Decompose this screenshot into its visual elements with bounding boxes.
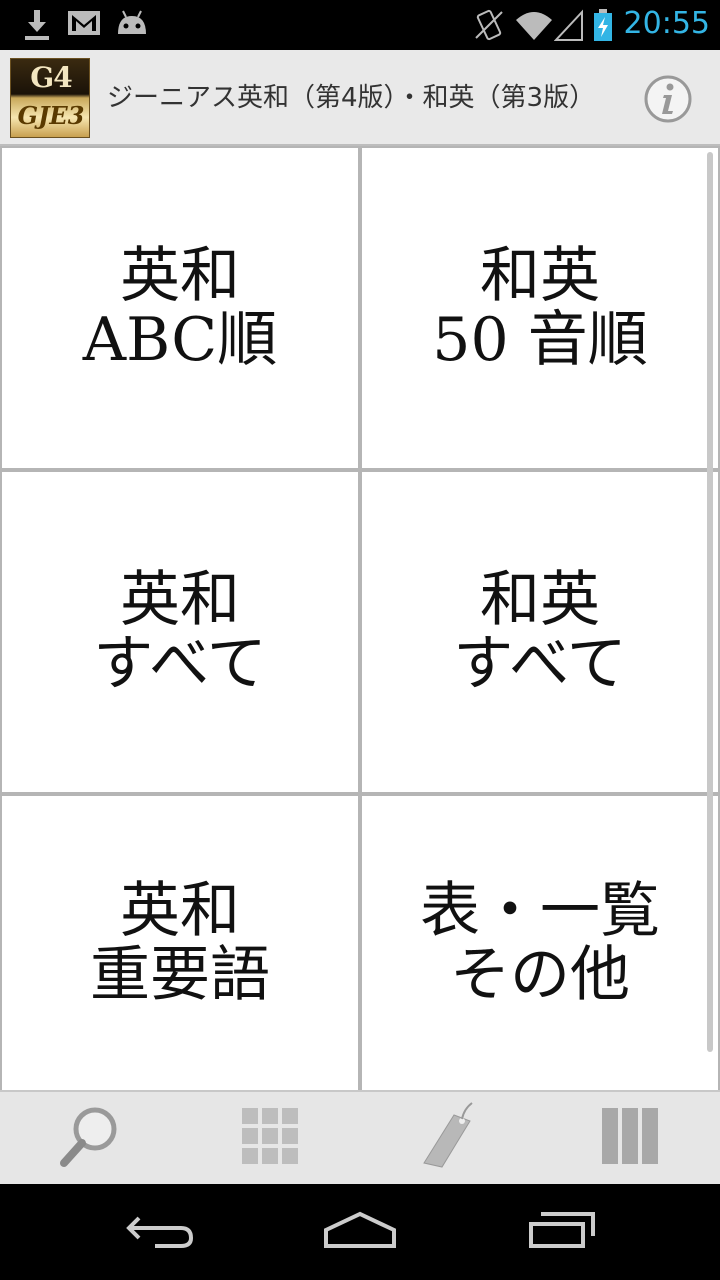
- android-debug-icon: [114, 8, 150, 42]
- columns-icon: [600, 1106, 660, 1170]
- menu-label-line2: すべて: [453, 629, 627, 699]
- menu-label-line1: 英和: [120, 241, 240, 311]
- menu-label-line1: 表・一覧: [420, 876, 660, 946]
- recents-icon: [527, 1210, 597, 1254]
- signal-icon: [553, 8, 584, 46]
- wifi-icon: [514, 8, 554, 46]
- scrollbar[interactable]: [707, 152, 713, 1052]
- columns-button[interactable]: [540, 1092, 720, 1184]
- grid-icon: [240, 1106, 300, 1170]
- status-bar: 20:55: [0, 0, 720, 50]
- download-icon: [22, 8, 52, 46]
- menu-english-japanese-all[interactable]: 英和 すべて: [2, 472, 358, 792]
- gmail-icon: [66, 8, 102, 42]
- menu-label-line1: 英和: [120, 876, 240, 946]
- bookmark-button[interactable]: [360, 1092, 540, 1184]
- search-button[interactable]: [0, 1092, 180, 1184]
- action-bar: G4 GJE3 ジーニアス英和（第4版）・和英（第3版）: [0, 50, 720, 146]
- back-icon: [125, 1210, 195, 1254]
- info-button[interactable]: [643, 74, 693, 124]
- app-title: ジーニアス英和（第4版）・和英（第3版）: [107, 83, 596, 113]
- menu-grid: 英和 ABC順 和英 50 音順 英和 すべて 和英 すべて 英和 重要語 表・…: [0, 146, 720, 1090]
- app-logo[interactable]: G4 GJE3: [10, 58, 90, 138]
- menu-label-line2: すべて: [93, 629, 267, 699]
- bookmark-tag-icon: [420, 1101, 480, 1175]
- home-button[interactable]: [280, 1184, 440, 1280]
- index-grid-button[interactable]: [180, 1092, 360, 1184]
- back-button[interactable]: [80, 1184, 240, 1280]
- menu-label-line2: その他: [450, 940, 630, 1010]
- battery-charging-icon: [592, 8, 614, 46]
- logo-bottom-text: GJE3: [17, 101, 85, 130]
- menu-label-line2: 重要語: [90, 940, 270, 1010]
- menu-english-japanese-abc[interactable]: 英和 ABC順: [2, 148, 358, 468]
- home-icon: [322, 1210, 398, 1254]
- menu-label-line1: 英和: [120, 565, 240, 635]
- menu-label-line2: ABC順: [82, 305, 278, 375]
- menu-japanese-english-50on[interactable]: 和英 50 音順: [362, 148, 718, 468]
- vibrate-icon: [472, 8, 506, 46]
- info-icon: [643, 75, 693, 128]
- recents-button[interactable]: [482, 1184, 642, 1280]
- menu-label-line1: 和英: [480, 241, 600, 311]
- menu-tables-others[interactable]: 表・一覧 その他: [362, 796, 718, 1090]
- search-icon: [55, 1101, 125, 1175]
- menu-label-line1: 和英: [480, 565, 600, 635]
- system-nav-bar: [0, 1184, 720, 1280]
- bottom-toolbar: [0, 1090, 720, 1184]
- menu-japanese-english-all[interactable]: 和英 すべて: [362, 472, 718, 792]
- logo-top-text: G4: [30, 61, 72, 94]
- menu-english-japanese-important[interactable]: 英和 重要語: [2, 796, 358, 1090]
- menu-label-line2: 50 音順: [432, 305, 648, 375]
- clock: 20:55: [623, 6, 710, 41]
